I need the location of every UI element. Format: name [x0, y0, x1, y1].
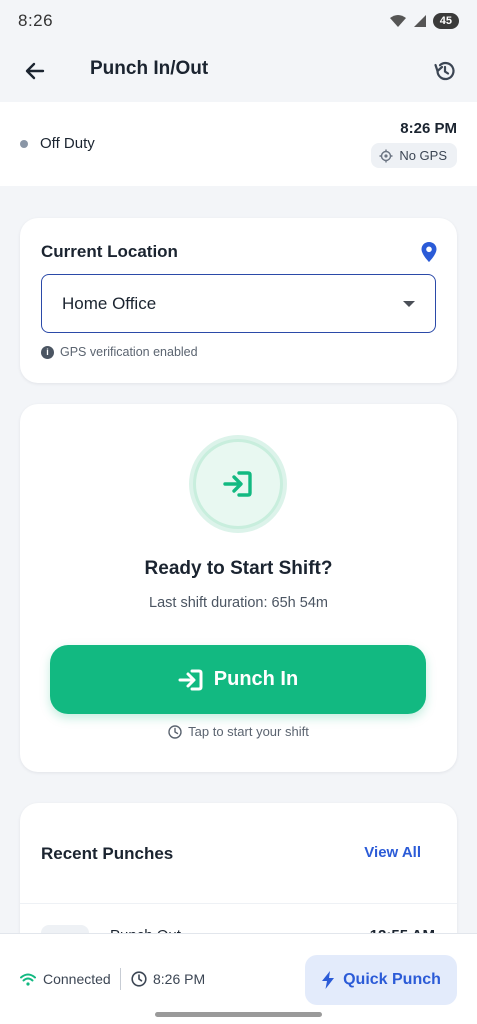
arrow-left-icon	[25, 62, 45, 80]
gps-verification-text: GPS verification enabled	[60, 345, 198, 359]
gps-target-icon	[379, 149, 393, 162]
connection-status: Connected	[20, 971, 111, 987]
punch-in-label: Punch In	[213, 668, 299, 690]
duty-status-bar: Off Duty 8:26 PM No GPS	[0, 102, 477, 186]
last-shift-duration: Last shift duration: 65h 54m	[149, 595, 328, 611]
status-bar: 8:26 45	[0, 0, 477, 42]
location-select[interactable]: Home Office	[41, 274, 436, 333]
quick-punch-label: Quick Punch	[343, 971, 441, 988]
history-icon	[434, 61, 455, 81]
location-card: Current Location Home Office i GPS verif…	[20, 218, 457, 383]
back-button[interactable]	[20, 56, 50, 86]
status-icons: 45	[389, 13, 459, 29]
divider	[120, 968, 121, 990]
gps-status-label: No GPS	[399, 148, 447, 163]
battery-indicator: 45	[432, 13, 459, 29]
location-select-value: Home Office	[62, 293, 157, 313]
clock-icon	[131, 971, 147, 987]
clock-icon	[168, 724, 182, 739]
chevron-down-icon	[403, 300, 415, 307]
location-pin-icon	[421, 242, 437, 262]
punch-status-ring	[189, 435, 287, 533]
punch-in-button[interactable]: Punch In	[50, 645, 426, 714]
history-button[interactable]	[429, 55, 461, 87]
view-all-link[interactable]: View All	[364, 844, 421, 861]
wifi-signal-icon	[389, 15, 406, 27]
login-icon	[223, 471, 252, 497]
recent-punches-title: Recent Punches	[41, 844, 174, 863]
punch-card: Ready to Start Shift? Last shift duratio…	[20, 404, 457, 772]
app-bar: Punch In/Out	[0, 42, 477, 102]
tap-note-text: Tap to start your shift	[188, 724, 309, 739]
bottom-time: 8:26 PM	[153, 971, 206, 987]
gps-verification-note: i GPS verification enabled	[41, 345, 198, 359]
home-indicator[interactable]	[155, 1012, 322, 1017]
login-icon	[178, 669, 203, 690]
bottom-bar: Connected 8:26 PM Quick Punch	[0, 933, 477, 1024]
duty-status-label: Off Duty	[40, 135, 95, 152]
connection-label: Connected	[43, 971, 111, 987]
wifi-icon	[20, 973, 36, 986]
quick-punch-button[interactable]: Quick Punch	[305, 955, 457, 1005]
cell-signal-icon	[413, 15, 426, 27]
tap-note: Tap to start your shift	[20, 724, 457, 739]
page-title: Punch In/Out	[90, 58, 209, 79]
punch-card-title: Ready to Start Shift?	[144, 558, 333, 579]
current-time: 8:26 PM	[400, 120, 457, 137]
clock-info: 8:26 PM	[131, 971, 205, 987]
punch-status-ring-inner	[193, 439, 283, 529]
gps-status-badge: No GPS	[371, 143, 457, 168]
location-card-title: Current Location	[41, 242, 178, 261]
info-icon: i	[41, 345, 54, 359]
bolt-icon	[322, 971, 335, 989]
status-dot	[20, 140, 28, 148]
status-time: 8:26	[18, 11, 54, 30]
divider	[20, 903, 457, 904]
